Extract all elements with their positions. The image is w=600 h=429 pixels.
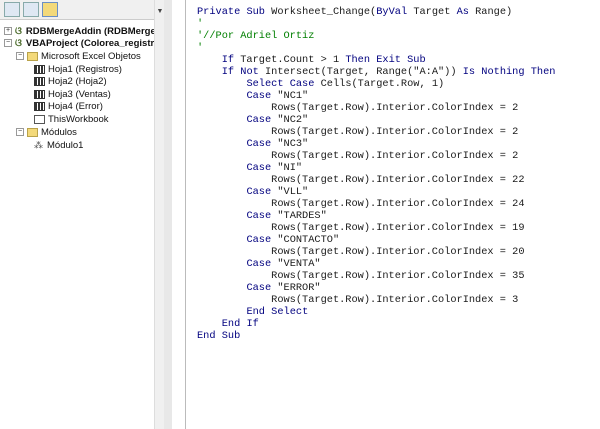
tree-node-label: Hoja3 (Ventas) [48,88,111,100]
tree-node-label: RDBMergeAddin (RDBMerge.x [25,25,164,37]
tree-node[interactable]: Hoja1 (Registros) [34,63,122,75]
code-line: Case "TARDES" [246,210,327,222]
code-line: Rows(Target.Row).Interior.ColorIndex = 1… [197,222,525,234]
tree-node[interactable]: + ଓ RDBMergeAddin (RDBMerge.x [4,25,164,37]
code-line: Rows(Target.Row).Interior.ColorIndex = 3 [197,294,519,306]
tree-node-label: Microsoft Excel Objetos [41,50,141,62]
code-line: End Sub [197,330,241,342]
code-line: End Select [246,306,309,318]
code-line: Rows(Target.Row).Interior.ColorIndex = 2 [197,126,519,138]
code-line: '//Por Adriel Ortiz [197,30,315,42]
tree-node[interactable]: − Microsoft Excel Objetos [16,50,141,62]
project-icon: ଓ [15,25,22,37]
tree-node-label: Hoja2 (Hoja2) [48,75,107,87]
collapse-icon[interactable]: − [16,52,24,60]
code-line: Rows(Target.Row).Interior.ColorIndex = 2… [197,198,525,210]
code-margin [172,0,186,429]
code-line: End If [221,318,259,330]
code-line: Case "NI" [246,162,303,174]
code-line: Rows(Target.Row).Interior.ColorIndex = 3… [197,270,525,282]
project-toolbar [0,0,154,20]
sheet-icon [34,89,45,99]
folder-icon [27,51,38,61]
scroll-down-icon[interactable]: ▼ [156,8,164,18]
code-line: Select Case Cells(Target.Row, 1) [246,78,445,90]
code-line: Case "CONTACTO" [246,234,340,246]
sheet-icon [34,101,45,111]
module-icon: ⁂ [34,139,43,150]
tree-node-label: Módulo1 [47,139,84,151]
toggle-folders-icon[interactable] [42,2,58,17]
code-line: Rows(Target.Row).Interior.ColorIndex = 2… [197,246,525,258]
code-line: Case "NC1" [246,90,309,102]
code-line: If Target.Count > 1 Then Exit Sub [221,54,426,66]
code-line: Case "NC2" [246,114,309,126]
folder-icon [27,127,38,137]
view-code-icon[interactable] [4,2,20,17]
explorer-scrollbar[interactable]: ▼ [154,0,164,429]
tree-node-label: ThisWorkbook [48,113,109,125]
project-icon: ଓ [15,37,22,49]
tree-node-label: Hoja1 (Registros) [48,63,122,75]
collapse-icon[interactable]: − [16,128,24,136]
splitter[interactable] [164,0,172,429]
tree-node[interactable]: − Módulos [16,126,77,138]
code-line: Rows(Target.Row).Interior.ColorIndex = 2 [197,150,519,162]
code-line: Private Sub Worksheet_Change(ByVal Targe… [197,6,513,18]
code-line: ' [197,18,204,30]
tree-node[interactable]: ⁂ Módulo1 [34,139,83,151]
sheet-icon [34,76,45,86]
code-line: Case "VENTA" [246,258,321,270]
tree-node[interactable]: Hoja3 (Ventas) [34,88,111,100]
tree-node-label: Módulos [41,126,77,138]
collapse-icon[interactable]: − [4,39,12,47]
tree-node[interactable]: Hoja2 (Hoja2) [34,75,107,87]
code-line: Rows(Target.Row).Interior.ColorIndex = 2 [197,102,519,114]
view-object-icon[interactable] [23,2,39,17]
tree-node[interactable]: − ଓ VBAProject (Colorea_registros [4,37,165,49]
code-line: Case "VLL" [246,186,309,198]
workbook-icon [34,114,45,124]
sheet-icon [34,64,45,74]
code-line: Case "NC3" [246,138,309,150]
code-line: Rows(Target.Row).Interior.ColorIndex = 2… [197,174,525,186]
tree-node[interactable]: ThisWorkbook [34,113,109,125]
tree-node-label: VBAProject (Colorea_registros [25,37,166,49]
code-editor[interactable]: Private Sub Worksheet_Change(ByVal Targe… [197,6,555,342]
tree-node[interactable]: Hoja4 (Error) [34,100,103,112]
expand-icon[interactable]: + [4,27,12,35]
code-line: ' [197,42,204,54]
tree-node-label: Hoja4 (Error) [48,100,103,112]
code-line: If Not Intersect(Target, Range("A:A")) I… [221,66,556,78]
code-line: Case "ERROR" [246,282,321,294]
project-explorer: + ଓ RDBMergeAddin (RDBMerge.x − ଓ VBAProject … [0,0,165,429]
